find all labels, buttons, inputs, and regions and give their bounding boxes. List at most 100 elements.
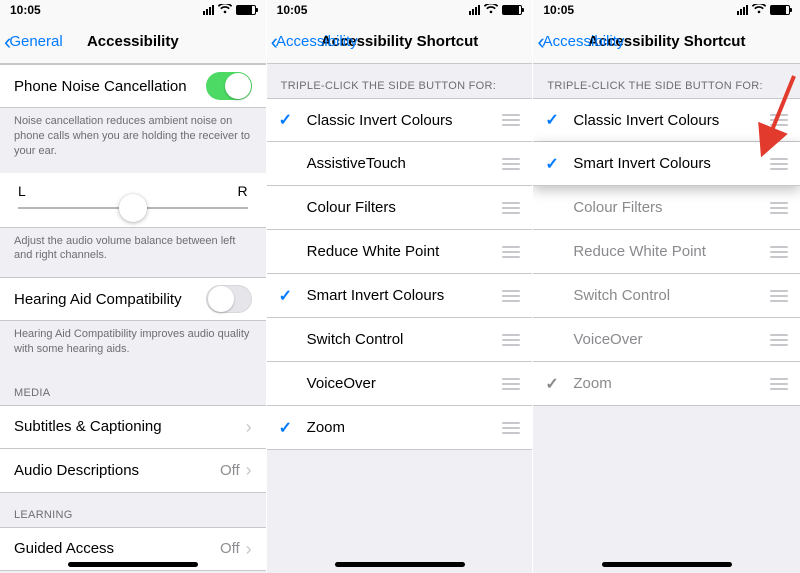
status-bar: 10:05 — [0, 0, 266, 20]
row-noise-cancellation[interactable]: Phone Noise Cancellation — [0, 64, 266, 108]
wifi-icon — [484, 4, 498, 17]
list-item[interactable]: AssistiveTouch — [267, 142, 533, 186]
reorder-handle-icon[interactable] — [502, 114, 520, 126]
reorder-handle-icon[interactable] — [770, 378, 788, 390]
row-label: Colour Filters — [573, 199, 662, 216]
row-label: Switch Control — [307, 331, 404, 348]
footer-noise-cancellation: Noise cancellation reduces ambient noise… — [0, 108, 266, 173]
list-item[interactable]: VoiceOver — [267, 362, 533, 406]
switch-noise-cancellation[interactable] — [206, 72, 252, 100]
reorder-handle-icon[interactable] — [770, 202, 788, 214]
chevron-right-icon: › — [246, 540, 252, 558]
reorder-handle-icon[interactable] — [502, 422, 520, 434]
row-label: Subtitles & Captioning — [14, 418, 162, 435]
row-label: Guided Access — [14, 540, 114, 557]
section-header-learning: LEARNING — [0, 493, 266, 527]
reorder-handle-icon[interactable] — [502, 378, 520, 390]
switch-hearing-aid[interactable] — [206, 285, 252, 313]
slider-thumb[interactable] — [119, 194, 147, 222]
footer-hearing-aid: Hearing Aid Compatibility improves audio… — [0, 321, 266, 371]
row-label: AssistiveTouch — [307, 155, 406, 172]
footer-balance: Adjust the audio volume balance between … — [0, 228, 266, 278]
list-item[interactable]: Colour Filters — [267, 186, 533, 230]
back-button[interactable]: ‹ General — [0, 31, 63, 53]
status-icons — [203, 4, 256, 17]
reorder-handle-icon[interactable] — [502, 158, 520, 170]
pane-shortcut-list: 10:05 ‹ Accessibility Accessibility Shor… — [267, 0, 534, 573]
row-label: Classic Invert Colours — [307, 112, 453, 129]
row-audio-descriptions[interactable]: Audio Descriptions Off› — [0, 449, 266, 493]
nav-bar: ‹ Accessibility Accessibility Shortcut — [267, 20, 533, 64]
row-label: Reduce White Point — [573, 243, 706, 260]
row-label: Hearing Aid Compatibility — [14, 291, 182, 308]
back-button[interactable]: ‹ Accessibility — [533, 31, 624, 53]
checkmark-icon: ✓ — [279, 110, 292, 130]
list-item[interactable]: ✓ Classic Invert Colours — [267, 98, 533, 142]
chevron-right-icon: › — [246, 418, 252, 436]
section-header: TRIPLE-CLICK THE SIDE BUTTON FOR: — [267, 64, 533, 98]
row-label: Audio Descriptions — [14, 462, 139, 479]
row-label: Zoom — [573, 375, 611, 392]
back-label: Accessibility — [276, 33, 358, 50]
status-icons — [737, 4, 790, 17]
nav-bar: ‹ Accessibility Accessibility Shortcut — [533, 20, 800, 64]
reorder-handle-icon[interactable] — [502, 202, 520, 214]
row-label: Colour Filters — [307, 199, 396, 216]
status-time: 10:05 — [277, 3, 308, 17]
row-label: Zoom — [307, 419, 345, 436]
row-label: Phone Noise Cancellation — [14, 78, 187, 95]
wifi-icon — [752, 4, 766, 17]
pane-shortcut-reorder: 10:05 ‹ Accessibility Accessibility Shor… — [533, 0, 800, 573]
list-item[interactable]: ✓ Smart Invert Colours — [267, 274, 533, 318]
reorder-handle-icon[interactable] — [770, 334, 788, 346]
row-label: Switch Control — [573, 287, 670, 304]
checkmark-icon: ✓ — [279, 286, 292, 306]
chevron-right-icon: › — [246, 461, 252, 479]
home-indicator[interactable] — [335, 562, 465, 567]
cellular-icon — [203, 5, 214, 15]
list-item[interactable]: Reduce White Point — [533, 230, 800, 274]
list-item[interactable]: Reduce White Point — [267, 230, 533, 274]
balance-slider[interactable] — [18, 207, 248, 209]
reorder-handle-icon[interactable] — [502, 290, 520, 302]
list-item[interactable]: ✓Zoom — [533, 362, 800, 406]
row-label: Reduce White Point — [307, 243, 440, 260]
nav-bar: ‹ General Accessibility — [0, 20, 266, 64]
reorder-handle-icon[interactable] — [502, 246, 520, 258]
row-audio-balance[interactable]: L R — [0, 173, 266, 228]
reorder-handle-icon[interactable] — [502, 334, 520, 346]
annotation-arrow-icon — [748, 72, 798, 162]
row-label: Smart Invert Colours — [307, 287, 445, 304]
battery-icon — [236, 5, 256, 15]
balance-right-label: R — [238, 183, 248, 199]
status-icons — [469, 4, 522, 17]
row-label: Classic Invert Colours — [573, 112, 719, 129]
home-indicator[interactable] — [68, 562, 198, 567]
back-button[interactable]: ‹ Accessibility — [267, 31, 358, 53]
home-indicator[interactable] — [602, 562, 732, 567]
list-item[interactable]: Switch Control — [267, 318, 533, 362]
balance-left-label: L — [18, 183, 26, 199]
list-item[interactable]: Colour Filters — [533, 186, 800, 230]
pane-accessibility: 10:05 ‹ General Accessibility Phone Nois… — [0, 0, 267, 573]
row-subtitles[interactable]: Subtitles & Captioning › — [0, 405, 266, 449]
reorder-handle-icon[interactable] — [770, 246, 788, 258]
row-label: Smart Invert Colours — [573, 155, 711, 172]
shortcut-list: ✓ Classic Invert Colours AssistiveTouch Col… — [267, 98, 533, 450]
cellular-icon — [469, 5, 480, 15]
checkmark-icon: ✓ — [545, 110, 558, 130]
row-label: VoiceOver — [307, 375, 376, 392]
reorder-handle-icon[interactable] — [770, 290, 788, 302]
battery-icon — [770, 5, 790, 15]
status-time: 10:05 — [10, 3, 41, 17]
status-bar: 10:05 — [267, 0, 533, 20]
checkmark-icon: ✓ — [279, 418, 292, 438]
cellular-icon — [737, 5, 748, 15]
row-hearing-aid[interactable]: Hearing Aid Compatibility — [0, 277, 266, 321]
list-item[interactable]: VoiceOver — [533, 318, 800, 362]
list-item[interactable]: ✓ Zoom — [267, 406, 533, 450]
back-label: Accessibility — [543, 33, 625, 50]
row-label: VoiceOver — [573, 331, 642, 348]
list-item[interactable]: Switch Control — [533, 274, 800, 318]
status-bar: 10:05 — [533, 0, 800, 20]
